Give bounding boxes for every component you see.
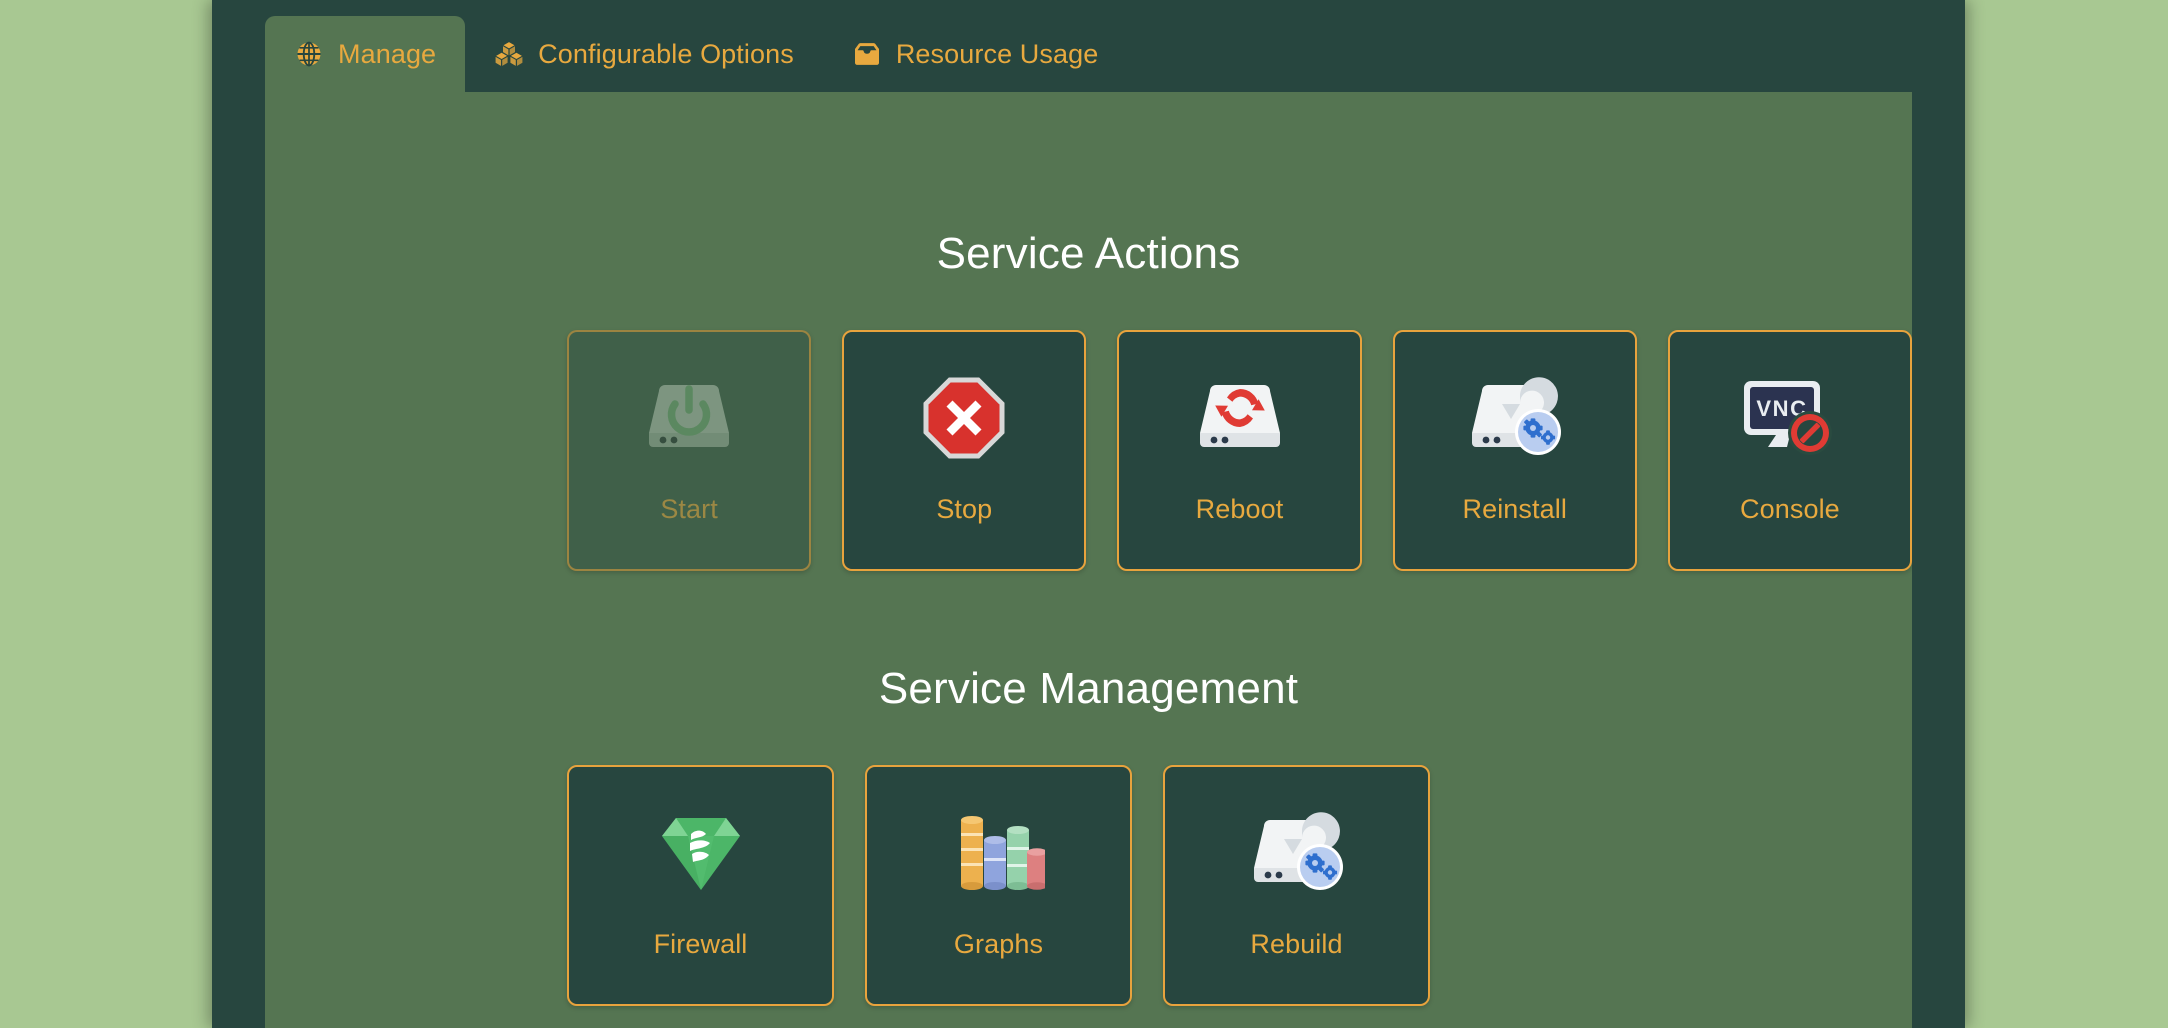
section-title-service-actions: Service Actions	[936, 229, 1241, 278]
card-graphs-label: Graphs	[953, 929, 1044, 959]
card-rebuild-label: Rebuild	[1250, 929, 1343, 959]
card-console-label: Console	[1740, 494, 1840, 524]
card-console[interactable]: VNC Console	[1667, 330, 1912, 571]
boxes-icon	[494, 39, 524, 69]
card-start: Start	[567, 330, 812, 571]
service-actions-card-row: Start Stop Reboot Reinstall VNC Console	[265, 330, 1912, 571]
tab-panel-manage: Service Actions Start Stop Reboot Reinst…	[265, 92, 1912, 1028]
card-start-label: Start	[660, 494, 718, 524]
tab-manage-label: Manage	[338, 38, 437, 69]
server-power-icon	[634, 370, 744, 466]
section-title-service-management: Service Management	[878, 664, 1299, 713]
server-gear-icon	[1242, 805, 1352, 901]
card-firewall-label: Firewall	[653, 929, 748, 959]
tab-manage[interactable]: Manage	[265, 16, 466, 92]
card-stop[interactable]: Stop	[842, 330, 1087, 571]
card-reboot[interactable]: Reboot	[1117, 330, 1362, 571]
card-reinstall[interactable]: Reinstall	[1392, 330, 1637, 571]
page-root: Manage Configurable Options Resource Usa…	[0, 0, 2168, 1028]
gem-shield-icon	[646, 805, 756, 901]
card-reinstall-label: Reinstall	[1462, 494, 1567, 524]
stop-octagon-icon	[909, 370, 1019, 466]
server-gear-icon	[1460, 370, 1570, 466]
inbox-icon	[852, 39, 882, 69]
bar-chart-3d-icon	[944, 805, 1054, 901]
tab-bar: Manage Configurable Options Resource Usa…	[212, 0, 1965, 92]
card-firewall[interactable]: Firewall	[567, 765, 834, 1006]
app-shell: Manage Configurable Options Resource Usa…	[212, 0, 1965, 1028]
server-refresh-icon	[1185, 370, 1295, 466]
service-management-card-row: Firewall Graphs Rebuild	[265, 765, 1912, 1006]
vnc-blocked-icon: VNC	[1735, 370, 1845, 466]
card-rebuild[interactable]: Rebuild	[1163, 765, 1430, 1006]
card-graphs[interactable]: Graphs	[865, 765, 1132, 1006]
tab-resource-usage[interactable]: Resource Usage	[823, 16, 1128, 92]
tab-resource-usage-label: Resource Usage	[895, 38, 1099, 69]
tab-configurable-options[interactable]: Configurable Options	[465, 16, 823, 92]
tab-configurable-options-label: Configurable Options	[538, 38, 794, 69]
card-stop-label: Stop	[936, 494, 993, 524]
card-reboot-label: Reboot	[1195, 494, 1284, 524]
globe-icon	[294, 39, 324, 69]
